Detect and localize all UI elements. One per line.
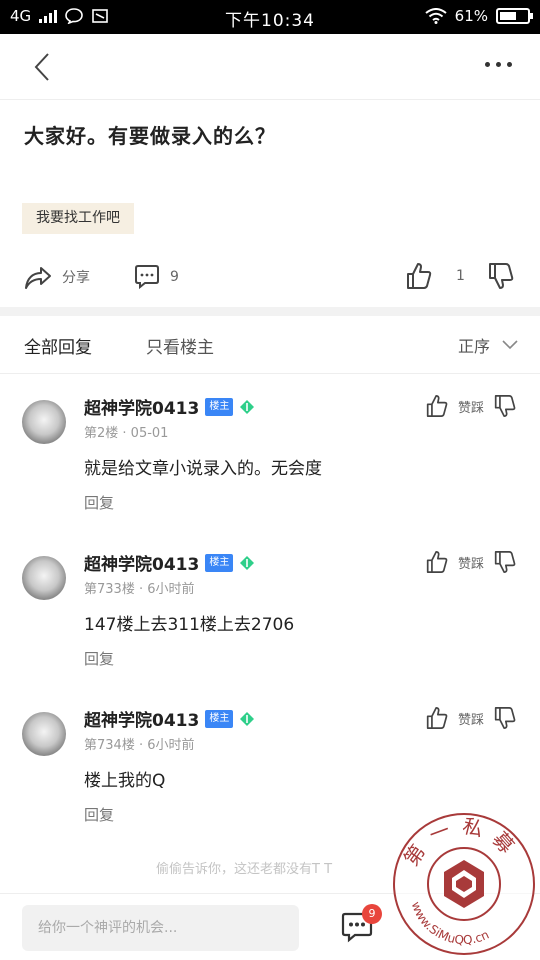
- share-label: 分享: [62, 270, 90, 286]
- like-label: 赞踩: [457, 712, 484, 728]
- comments-button[interactable]: 9: [134, 264, 179, 290]
- reply-meta: 第2楼 · 05-01: [84, 426, 169, 441]
- thumbs-down-icon[interactable]: [494, 394, 516, 418]
- diamond-level-icon: [240, 555, 255, 570]
- reply-content: 楼上我的Q: [84, 771, 166, 791]
- wifi-icon: [425, 8, 447, 24]
- post-title: 大家好。有要做录入的么？: [24, 124, 276, 148]
- post-actions: 分享 9 1: [0, 258, 540, 298]
- tab-host-only[interactable]: 只看楼主: [146, 333, 214, 358]
- avatar[interactable]: [22, 712, 66, 756]
- reply-vote: 赞踩: [426, 394, 516, 418]
- reply-username[interactable]: 超神学院0413 楼主: [84, 706, 255, 731]
- reply-vote: 赞踩: [426, 706, 516, 730]
- comment-input[interactable]: [22, 905, 299, 951]
- sort-dropdown[interactable]: 正序: [458, 333, 518, 357]
- battery-icon: [496, 8, 533, 24]
- thumbs-down-icon[interactable]: [494, 550, 516, 574]
- reply-button[interactable]: 回复: [84, 492, 114, 513]
- reply-meta: 第734楼 · 6小时前: [84, 738, 195, 753]
- back-chevron-icon[interactable]: [28, 52, 58, 82]
- section-separator: [0, 307, 540, 316]
- post-dislike-button[interactable]: [488, 262, 514, 290]
- diamond-level-icon: [240, 711, 255, 726]
- reply-meta: 第733楼 · 6小时前: [84, 582, 195, 597]
- sort-label: 正序: [457, 337, 490, 356]
- unread-badge: 9: [362, 904, 382, 924]
- like-label: 赞踩: [457, 400, 484, 416]
- username-text: 超神学院0413: [84, 711, 200, 731]
- more-options-icon[interactable]: [485, 62, 512, 67]
- share-icon: [25, 267, 51, 289]
- reply-username[interactable]: 超神学院0413 楼主: [84, 394, 255, 419]
- status-bar: 4G 下午10:34 61%: [0, 0, 540, 34]
- thumbs-up-icon[interactable]: [426, 550, 448, 574]
- thumbs-up-icon[interactable]: [426, 706, 448, 730]
- host-badge: 楼主: [205, 553, 234, 572]
- status-right: 61%: [425, 7, 533, 25]
- reply-button[interactable]: 回复: [84, 804, 114, 825]
- reply-vote: 赞踩: [426, 550, 516, 574]
- comment-icon: [135, 265, 159, 290]
- reply-username[interactable]: 超神学院0413 楼主: [84, 550, 255, 575]
- host-badge: 楼主: [205, 397, 234, 416]
- avatar[interactable]: [22, 400, 66, 444]
- footer-hint: 偷偷告诉你，这还老都没有T T: [156, 862, 333, 877]
- comments-count: 9: [170, 269, 179, 285]
- thumbs-up-icon: [407, 263, 432, 289]
- diamond-level-icon: [240, 399, 255, 414]
- host-badge: 楼主: [205, 709, 234, 728]
- thumbs-down-icon[interactable]: [494, 706, 516, 730]
- watermark-seal: 第一私募 www.SiMuQQ.cn: [393, 813, 535, 955]
- avatar[interactable]: [22, 556, 66, 600]
- like-label: 赞踩: [457, 556, 484, 572]
- username-text: 超神学院0413: [84, 555, 200, 575]
- reply-tabs: 全部回复 只看楼主 正序: [0, 316, 540, 374]
- share-button[interactable]: 分享: [24, 264, 90, 290]
- reply-item: 超神学院0413 楼主 第733楼 · 6小时前 147楼上去311楼上去2706 回复…: [0, 550, 540, 700]
- username-text: 超神学院0413: [84, 399, 200, 419]
- reply-content: 就是给文章小说录入的。无会度: [84, 459, 322, 479]
- post-like-button[interactable]: [406, 262, 432, 290]
- post-tag[interactable]: 我要找工作吧: [22, 203, 134, 234]
- reply-button[interactable]: 回复: [84, 648, 114, 669]
- thumbs-up-icon[interactable]: [426, 394, 448, 418]
- top-nav: [0, 34, 540, 100]
- battery-percent: 61%: [454, 7, 488, 25]
- reply-content: 147楼上去311楼上去2706: [84, 615, 295, 635]
- post-like-count: 1: [456, 268, 465, 284]
- tab-all-replies[interactable]: 全部回复: [24, 333, 92, 358]
- reply-item: 超神学院0413 楼主第2楼 · 05-01 就是给文章小说录入的。无会度 回复 赞踩: [0, 394, 540, 544]
- thumbs-down-icon: [489, 263, 514, 289]
- chevron-down-icon: [502, 340, 518, 350]
